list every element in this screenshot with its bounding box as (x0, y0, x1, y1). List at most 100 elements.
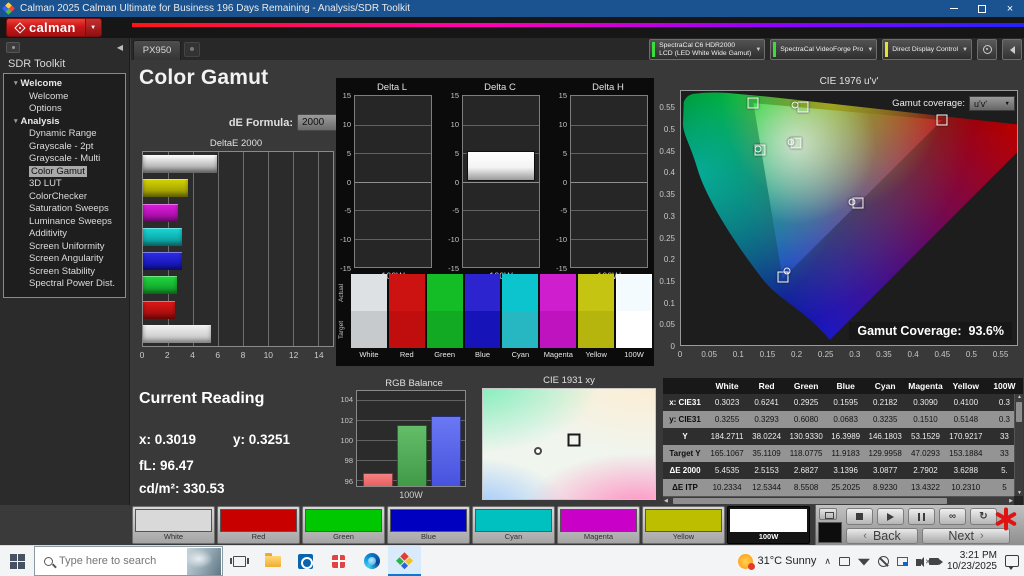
sidebar-item-screen-angularity[interactable]: Screen Angularity (4, 253, 125, 266)
task-view-icon (233, 556, 246, 567)
weather-widget[interactable]: 31°C Sunny (738, 554, 817, 569)
sidebar-item-dynamic-range[interactable]: Dynamic Range (4, 128, 125, 141)
meter-connection-button[interactable]: SpectraCal C6 HDR2000 LCD (LED White Wid… (649, 39, 765, 60)
sidebar-group-analysis[interactable]: ▾Analysis (4, 116, 125, 129)
row-label: x: CIE31 (663, 394, 707, 411)
sidebar-item-colorchecker[interactable]: ColorChecker (4, 191, 125, 204)
continuous-read-button[interactable]: ∞ (939, 508, 966, 525)
column-header-blue: Blue (826, 378, 865, 394)
windows-taskbar: 31°C Sunny ∧ 3:21 PM 10/23/2025 (0, 545, 1024, 576)
calman-main-menu-button[interactable]: calman ▼ (6, 18, 102, 37)
sidebar-item-3d-lut[interactable]: 3D LUT (4, 178, 125, 191)
taskbar-search-box[interactable] (34, 546, 223, 576)
close-button[interactable]: × (996, 0, 1024, 17)
table-cell: 3.6288 (946, 462, 986, 479)
pattern-button-label: 100W (730, 532, 807, 542)
sidebar-item-grayscale-2pt[interactable]: Grayscale - 2pt (4, 141, 125, 154)
pattern-window-button[interactable] (819, 508, 837, 520)
scroll-right-icon[interactable]: ▶ (1009, 498, 1013, 504)
sidebar-item-color-gamut[interactable]: Color Gamut (4, 166, 125, 179)
tablet-icon[interactable] (839, 557, 850, 566)
generator-connection-button[interactable]: SpectraCal VideoForge Pro ▼ (770, 39, 877, 60)
pattern-preview-swatch[interactable] (818, 522, 842, 543)
sidebar-options-button[interactable] (6, 42, 20, 53)
pause-button[interactable] (908, 508, 935, 525)
search-input[interactable] (59, 555, 186, 567)
file-explorer-button[interactable] (256, 546, 289, 576)
task-view-button[interactable] (223, 546, 256, 576)
volume-muted-icon[interactable] (916, 559, 921, 566)
swatch-column-yellow: Yellow (578, 274, 614, 364)
play-button[interactable] (877, 508, 904, 525)
camera-icon[interactable] (929, 558, 939, 565)
gridline (355, 239, 431, 240)
hidden-icons-chevron[interactable]: ∧ (824, 556, 831, 567)
pattern-button-magenta[interactable]: Magenta (557, 506, 640, 544)
calman-taskbar-button[interactable] (388, 546, 421, 576)
pattern-button-red[interactable]: Red (217, 506, 300, 544)
search-highlight-image[interactable] (187, 548, 221, 575)
calman-menu-dropdown[interactable]: ▼ (85, 19, 101, 36)
pattern-button-cyan[interactable]: Cyan (472, 506, 555, 544)
table-vertical-scrollbar[interactable]: ▲ ▼ (1014, 394, 1023, 496)
clock-time: 3:21 PM (947, 550, 997, 562)
sidebar-item-screen-stability[interactable]: Screen Stability (4, 266, 125, 279)
collapse-panel-button[interactable] (1002, 39, 1022, 60)
start-button[interactable] (0, 546, 34, 576)
sidebar-item-luminance-sweeps[interactable]: Luminance Sweeps (4, 216, 125, 229)
sidebar-collapse-icon[interactable]: ◀ (117, 43, 123, 52)
calman-app-window: Calman 2025 Calman Ultimate for Business… (0, 0, 1024, 576)
back-button[interactable]: ‹ Back (846, 528, 918, 544)
wifi-icon[interactable] (858, 557, 870, 566)
swatch-column-blue: Blue (465, 274, 501, 364)
taskbar-clock[interactable]: 3:21 PM 10/23/2025 (947, 550, 997, 573)
cie-1976-chart: CIE 1976 u'v' 0.550.50.450.40.350.30.250… (656, 76, 1023, 372)
swatch-pair (502, 274, 538, 348)
repeat-button[interactable]: ↻ (970, 508, 997, 525)
scroll-left-icon[interactable]: ◀ (664, 498, 668, 504)
tab-px950[interactable]: PX950 (133, 40, 181, 60)
scrollbar-thumb[interactable] (673, 498, 947, 504)
scroll-up-icon[interactable]: ▲ (1015, 394, 1023, 400)
scroll-down-icon[interactable]: ▼ (1015, 490, 1023, 496)
sidebar-item-additivity[interactable]: Additivity (4, 228, 125, 241)
edge-button[interactable] (355, 546, 388, 576)
pattern-button-yellow[interactable]: Yellow (642, 506, 725, 544)
pattern-button-green[interactable]: Green (302, 506, 385, 544)
axis-tick-label: 10 (264, 350, 273, 360)
sidebar-group-welcome[interactable]: ▾Welcome (4, 78, 125, 91)
table-cell: 0.3293 (747, 411, 786, 428)
scrollbar-thumb[interactable] (1016, 402, 1022, 422)
stop-button[interactable] (846, 508, 873, 525)
swatch-pair (389, 274, 425, 348)
back-button-label: Back (873, 529, 901, 543)
deltae-bar-white (143, 325, 211, 343)
sidebar-item-welcome[interactable]: Welcome (4, 91, 125, 104)
table-cell: 0.2182 (865, 394, 905, 411)
maximize-button[interactable] (968, 0, 996, 17)
sidebar-item-spectral-power-dist[interactable]: Spectral Power Dist. (4, 278, 125, 291)
sidebar-tree: ▾WelcomeWelcomeOptions▾AnalysisDynamic R… (3, 73, 126, 298)
table-horizontal-scrollbar[interactable]: ◀ ▶ (663, 496, 1014, 505)
pattern-button-100w[interactable]: 100W (727, 506, 810, 544)
network-disabled-icon[interactable] (878, 556, 889, 567)
sidebar-item-grayscale-multi[interactable]: Grayscale - Multi (4, 153, 125, 166)
tab-options-button[interactable] (184, 42, 200, 57)
sidebar-item-label: Dynamic Range (29, 128, 97, 139)
minimize-button[interactable] (940, 0, 968, 17)
pattern-button-blue[interactable]: Blue (387, 506, 470, 544)
action-center-icon[interactable] (1005, 555, 1019, 567)
store-button[interactable] (322, 546, 355, 576)
gamut-coverage-select[interactable]: u'v' ▼ (969, 96, 1015, 111)
sidebar-item-screen-uniformity[interactable]: Screen Uniformity (4, 241, 125, 254)
sidebar-item-saturation-sweeps[interactable]: Saturation Sweeps (4, 203, 125, 216)
virtual-desktop-icon[interactable] (897, 557, 908, 566)
sidebar-item-options[interactable]: Options (4, 103, 125, 116)
axis-tick-label: 0.25 (659, 234, 675, 243)
display-control-button[interactable]: Direct Display Control ▼ (882, 39, 972, 60)
pattern-button-white[interactable]: White (132, 506, 215, 544)
deltae-bar-green (143, 276, 177, 294)
gridline (463, 182, 539, 183)
outlook-button[interactable] (289, 546, 322, 576)
settings-button[interactable] (977, 39, 997, 60)
